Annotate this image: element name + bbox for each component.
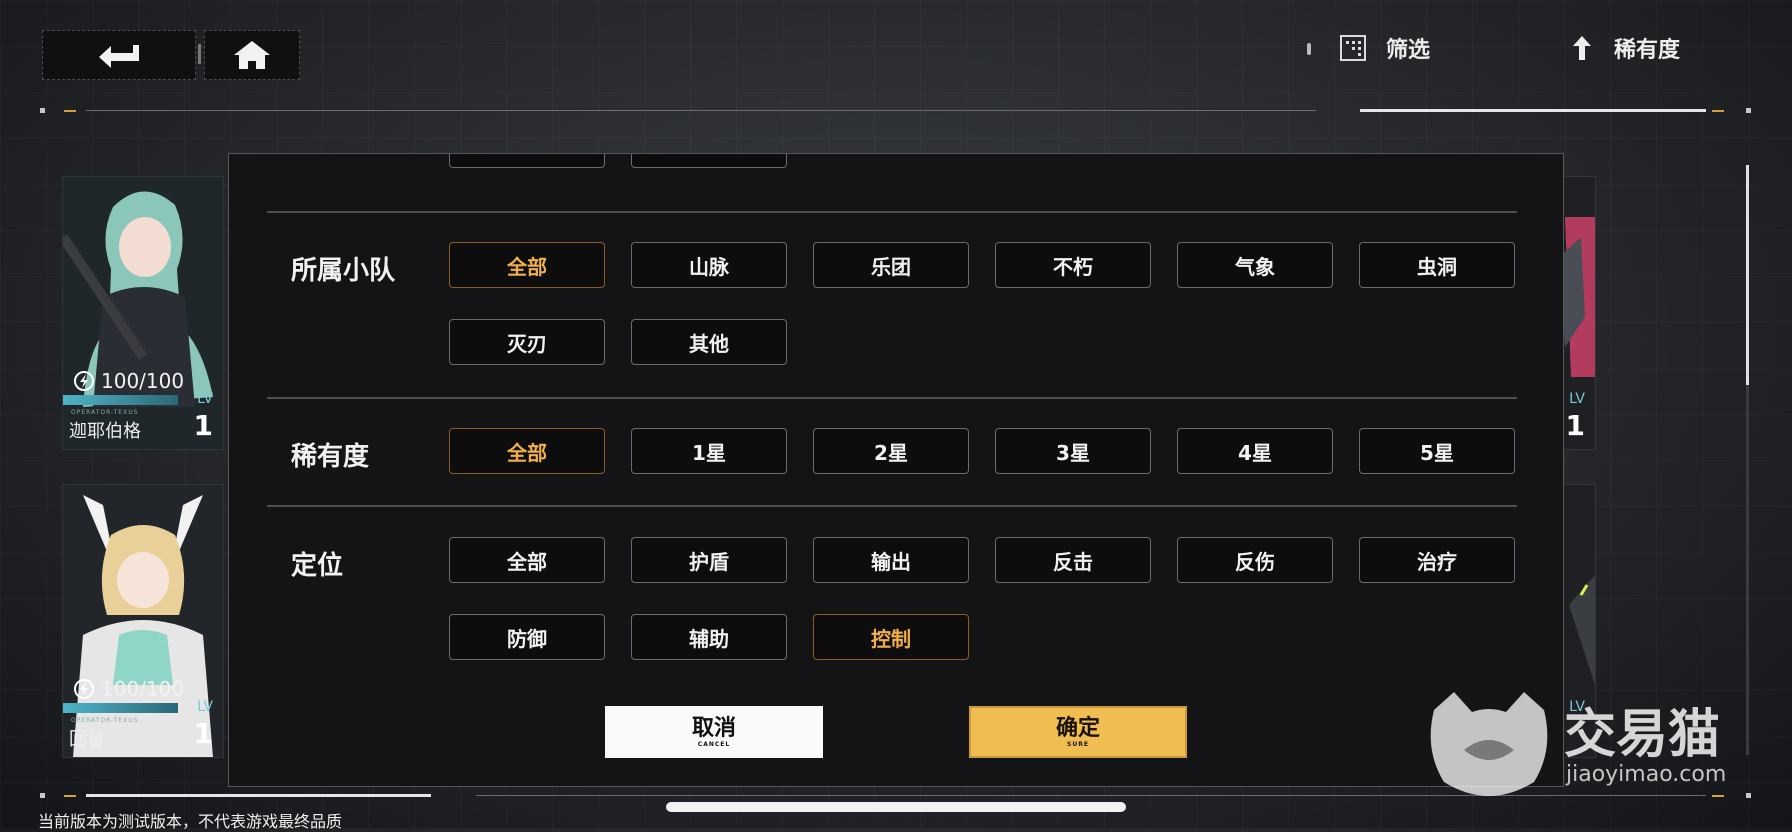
squad-option-immortal[interactable]: 不朽 — [995, 242, 1151, 288]
indicator-mark — [1307, 43, 1311, 55]
squad-option-wormhole[interactable]: 虫洞 — [1359, 242, 1515, 288]
corner-dot — [40, 108, 45, 113]
confirm-label: 确定 — [1055, 715, 1100, 741]
filter-button[interactable]: 筛选 — [1340, 30, 1430, 66]
energy-display: 100/100 — [73, 677, 184, 701]
energy-value: 100/100 — [101, 369, 185, 393]
squad-option-band[interactable]: 乐团 — [813, 242, 969, 288]
bottom-highlight-line — [86, 794, 431, 797]
sort-rarity-button[interactable]: 稀有度 — [1572, 30, 1680, 66]
squad-option-blade[interactable]: 灭刃 — [449, 319, 605, 365]
operator-card[interactable]: 100/100 OPERATOR-TEXUS 回音 LV 1 — [62, 484, 224, 758]
scrollbar-thumb[interactable] — [1746, 165, 1749, 385]
orange-tick — [64, 795, 76, 797]
squad-section-title: 所属小队 — [291, 256, 396, 286]
home-button[interactable] — [204, 30, 300, 80]
operator-name: 回音 — [69, 729, 105, 750]
energy-display: 100/100 — [73, 369, 184, 393]
watermark: 交易猫 jiaoyimao.com — [1424, 690, 1744, 800]
filter-label: 筛选 — [1386, 38, 1431, 63]
level-value: 1 — [193, 717, 213, 750]
role-option-all[interactable]: 全部 — [449, 537, 605, 583]
operator-card[interactable]: 100/100 OPERATOR-TEXUS 迦耶伯格 LV 1 — [62, 176, 224, 450]
filter-modal: 所属小队 全部 山脉 乐团 不朽 气象 虫洞 灭刃 其他 稀有度 全部 1星 2… — [228, 153, 1564, 787]
operator-name: 迦耶伯格 — [69, 421, 141, 442]
scrollbar-track[interactable] — [1746, 385, 1749, 755]
role-option-counter[interactable]: 反击 — [995, 537, 1151, 583]
energy-bar — [63, 395, 178, 405]
squad-option-other[interactable]: 其他 — [631, 319, 787, 365]
level-value: 1 — [1565, 409, 1585, 442]
top-divider-line — [86, 110, 1316, 111]
test-version-disclaimer: 当前版本为测试版本，不代表游戏最终品质 — [38, 812, 343, 831]
home-icon — [234, 41, 270, 69]
energy-value: 100/100 — [101, 677, 185, 701]
confirm-button[interactable]: 确定 SURE — [969, 706, 1187, 758]
home-indicator-bar[interactable] — [666, 802, 1126, 812]
energy-bar — [63, 703, 178, 713]
watermark-text: 交易猫 — [1564, 705, 1721, 765]
role-option-reflect[interactable]: 反伤 — [1177, 537, 1333, 583]
rarity-option-2star[interactable]: 2星 — [813, 428, 969, 474]
role-option-support[interactable]: 辅助 — [631, 614, 787, 660]
lightning-icon — [74, 371, 94, 391]
level-label: LV — [1569, 391, 1585, 407]
section-divider — [267, 211, 1517, 213]
squad-option-all[interactable]: 全部 — [449, 242, 605, 288]
cat-logo-icon — [1430, 692, 1548, 796]
corner-dot — [1746, 793, 1751, 798]
section-divider — [267, 505, 1517, 507]
rarity-section-title: 稀有度 — [291, 442, 370, 472]
rarity-option-5star[interactable]: 5星 — [1359, 428, 1515, 474]
role-option-damage[interactable]: 输出 — [813, 537, 969, 583]
operator-tag: OPERATOR-TEXUS — [71, 717, 139, 724]
filter-option-scrolled[interactable] — [631, 154, 787, 168]
rarity-option-1star[interactable]: 1星 — [631, 428, 787, 474]
level-label: LV — [197, 391, 213, 407]
orange-tick — [1712, 110, 1724, 112]
watermark-url: jiaoyimao.com — [1566, 762, 1727, 787]
role-option-defense[interactable]: 防御 — [449, 614, 605, 660]
rarity-option-all[interactable]: 全部 — [449, 428, 605, 474]
rarity-option-3star[interactable]: 3星 — [995, 428, 1151, 474]
rarity-option-4star[interactable]: 4星 — [1177, 428, 1333, 474]
top-highlight-line — [1360, 109, 1706, 112]
squad-option-mountain[interactable]: 山脉 — [631, 242, 787, 288]
cancel-sublabel: CANCEL — [697, 740, 731, 748]
confirm-sublabel: SURE — [1067, 740, 1089, 748]
role-option-heal[interactable]: 治疗 — [1359, 537, 1515, 583]
orange-tick — [64, 110, 76, 112]
up-arrow-icon — [1573, 36, 1591, 60]
operator-tag: OPERATOR-TEXUS — [71, 409, 139, 416]
return-arrow-icon — [99, 45, 139, 68]
role-option-shield[interactable]: 护盾 — [631, 537, 787, 583]
level-value: 1 — [193, 409, 213, 442]
section-divider — [267, 397, 1517, 399]
topbar-separator — [198, 44, 201, 64]
role-option-control[interactable]: 控制 — [813, 614, 969, 660]
role-section-title: 定位 — [291, 551, 344, 581]
filter-option-scrolled[interactable] — [449, 154, 605, 168]
sort-label: 稀有度 — [1614, 38, 1681, 63]
cancel-label: 取消 — [691, 715, 736, 741]
back-button[interactable] — [42, 30, 196, 80]
corner-dot — [1746, 108, 1751, 113]
cancel-button[interactable]: 取消 CANCEL — [605, 706, 823, 758]
corner-dot — [40, 793, 45, 798]
level-label: LV — [197, 699, 213, 715]
lightning-icon — [74, 679, 94, 699]
filter-grid-icon — [1340, 35, 1366, 61]
squad-option-weather[interactable]: 气象 — [1177, 242, 1333, 288]
